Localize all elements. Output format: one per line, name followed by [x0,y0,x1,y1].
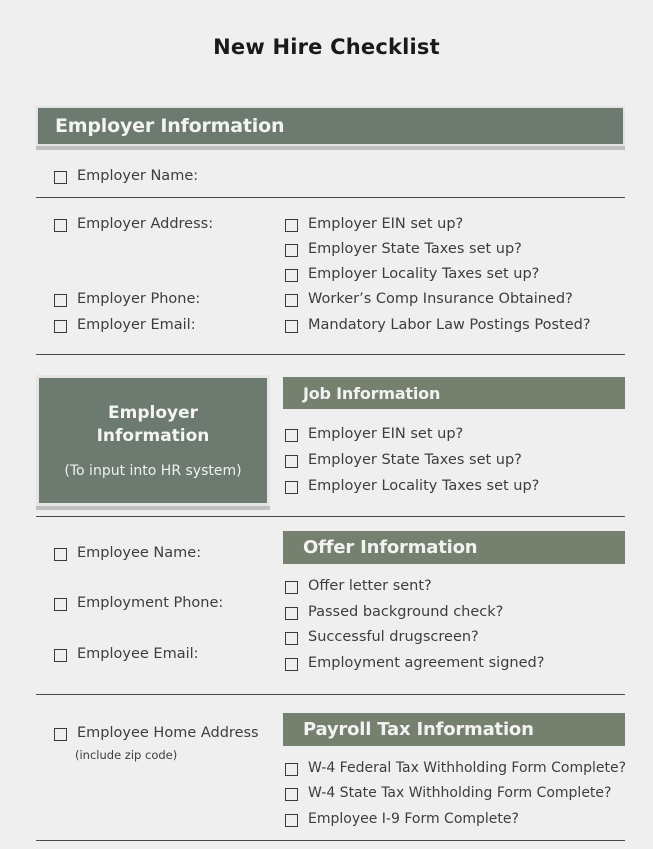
checkbox-employer-locality-taxes[interactable] [285,269,298,282]
section-header-job-information: Job Information [283,377,625,409]
checklist-row-label: Mandatory Labor Law Postings Posted? [308,317,591,333]
checklist-row-labor-law-postings[interactable]: Mandatory Labor Law Postings Posted? [285,317,591,334]
section-header-employer-information: Employer Information [36,106,625,146]
checkbox-background-check[interactable] [285,607,298,620]
checklist-row-label: Employee Email: [77,646,199,662]
employee-home-address-note: (include zip code) [75,748,178,762]
checkbox-w4-federal[interactable] [285,763,298,776]
checklist-row-label: Employer Locality Taxes set up? [308,266,540,282]
checkbox-labor-law-postings[interactable] [285,320,298,333]
checklist-row-employer-email[interactable]: Employer Email: [54,317,196,334]
checklist-row-label: Offer letter sent? [308,578,432,594]
callout-subtitle: (To input into HR system) [64,463,242,480]
checklist-row-employer-phone[interactable]: Employer Phone: [54,291,200,308]
checklist-row-label: Employer EIN set up? [308,426,464,442]
checklist-row-employer-locality-taxes[interactable]: Employer Locality Taxes set up? [285,266,539,283]
section-header-label: Offer Information [303,537,478,558]
checklist-row-label: Employer Name: [77,168,199,184]
checklist-row-employee-home-address[interactable]: Employee Home Address [54,725,259,742]
checklist-row-label: Employer Locality Taxes set up? [308,478,540,494]
checkbox-job-employer-ein[interactable] [285,429,298,442]
checklist-row-label: Successful drugscreen? [308,629,479,645]
checklist-row-label: Employer State Taxes set up? [308,241,522,257]
divider-1 [36,197,625,198]
checklist-row-label: Employee Home Address [77,725,259,741]
checklist-row-label: Passed background check? [308,604,504,620]
section-header-payroll-tax-information: Payroll Tax Information [283,713,625,746]
checkbox-employee-email[interactable] [54,649,67,662]
checklist-row-label: W-4 Federal Tax Withholding Form Complet… [308,760,627,776]
checklist-row-employer-name[interactable]: Employer Name: [54,168,198,185]
checkbox-drugscreen[interactable] [285,632,298,645]
section-header-offer-information: Offer Information [283,531,625,564]
checklist-page: New Hire Checklist Employer Information … [0,0,653,849]
checkbox-employment-agreement[interactable] [285,658,298,671]
checklist-row-employer-address[interactable]: Employer Address: [54,216,213,233]
checklist-row-employee-email[interactable]: Employee Email: [54,646,199,663]
section-header-label: Payroll Tax Information [303,719,534,740]
checkbox-employer-state-taxes[interactable] [285,244,298,257]
checklist-row-offer-letter-sent[interactable]: Offer letter sent? [285,578,432,595]
checklist-row-job-locality-taxes[interactable]: Employer Locality Taxes set up? [285,478,539,495]
checklist-row-employee-name[interactable]: Employee Name: [54,545,201,562]
checklist-row-w4-state[interactable]: W-4 State Tax Withholding Form Complete? [285,785,611,801]
checklist-row-label: Employment Phone: [77,595,224,611]
checklist-row-label: Employer EIN set up? [308,216,464,232]
divider-3 [36,516,625,517]
page-title: New Hire Checklist [213,35,440,59]
divider-4 [36,694,625,695]
checklist-row-drugscreen[interactable]: Successful drugscreen? [285,629,479,646]
checkbox-i9-form[interactable] [285,814,298,827]
checkbox-job-state-taxes[interactable] [285,455,298,468]
checkbox-employee-home-address[interactable] [54,728,67,741]
checklist-row-employer-ein[interactable]: Employer EIN set up? [285,216,463,233]
checklist-row-job-employer-ein[interactable]: Employer EIN set up? [285,426,463,443]
checkbox-employee-name[interactable] [54,548,67,561]
checklist-row-job-state-taxes[interactable]: Employer State Taxes set up? [285,452,522,469]
checkbox-offer-letter-sent[interactable] [285,581,298,594]
checkbox-employer-name[interactable] [54,171,67,184]
checklist-row-label: Employee I-9 Form Complete? [308,811,519,827]
checklist-row-background-check[interactable]: Passed background check? [285,604,503,621]
checklist-row-label: W-4 State Tax Withholding Form Complete? [308,785,612,801]
checklist-row-i9-form[interactable]: Employee I-9 Form Complete? [285,811,519,827]
checkbox-employer-email[interactable] [54,320,67,333]
checklist-row-w4-federal[interactable]: W-4 Federal Tax Withholding Form Complet… [285,760,626,776]
callout-title: Employer Information [96,402,210,446]
checkbox-employer-address[interactable] [54,219,67,232]
checklist-row-label: Employer Email: [77,317,196,333]
divider-2 [36,354,625,355]
callout-employer-information: Employer Information (To input into HR s… [36,375,270,506]
checklist-row-label: Worker’s Comp Insurance Obtained? [308,291,573,307]
checklist-row-label: Employer Phone: [77,291,201,307]
checklist-row-label: Employer State Taxes set up? [308,452,522,468]
checklist-row-label: Employment agreement signed? [308,655,545,671]
checklist-row-workers-comp[interactable]: Worker’s Comp Insurance Obtained? [285,291,573,308]
checkbox-workers-comp[interactable] [285,294,298,307]
checkbox-job-locality-taxes[interactable] [285,481,298,494]
checklist-row-label: Employer Address: [77,216,214,232]
checkbox-w4-state[interactable] [285,788,298,801]
checklist-row-label: Employee Name: [77,545,202,561]
checkbox-employer-ein[interactable] [285,219,298,232]
checkbox-employer-phone[interactable] [54,294,67,307]
checklist-row-employment-phone[interactable]: Employment Phone: [54,595,223,612]
checklist-row-employment-agreement[interactable]: Employment agreement signed? [285,655,544,672]
checklist-row-employer-state-taxes[interactable]: Employer State Taxes set up? [285,241,522,258]
checkbox-employment-phone[interactable] [54,598,67,611]
section-header-label: Employer Information [55,115,285,137]
section-header-label: Job Information [303,383,441,403]
divider-5 [36,840,625,841]
